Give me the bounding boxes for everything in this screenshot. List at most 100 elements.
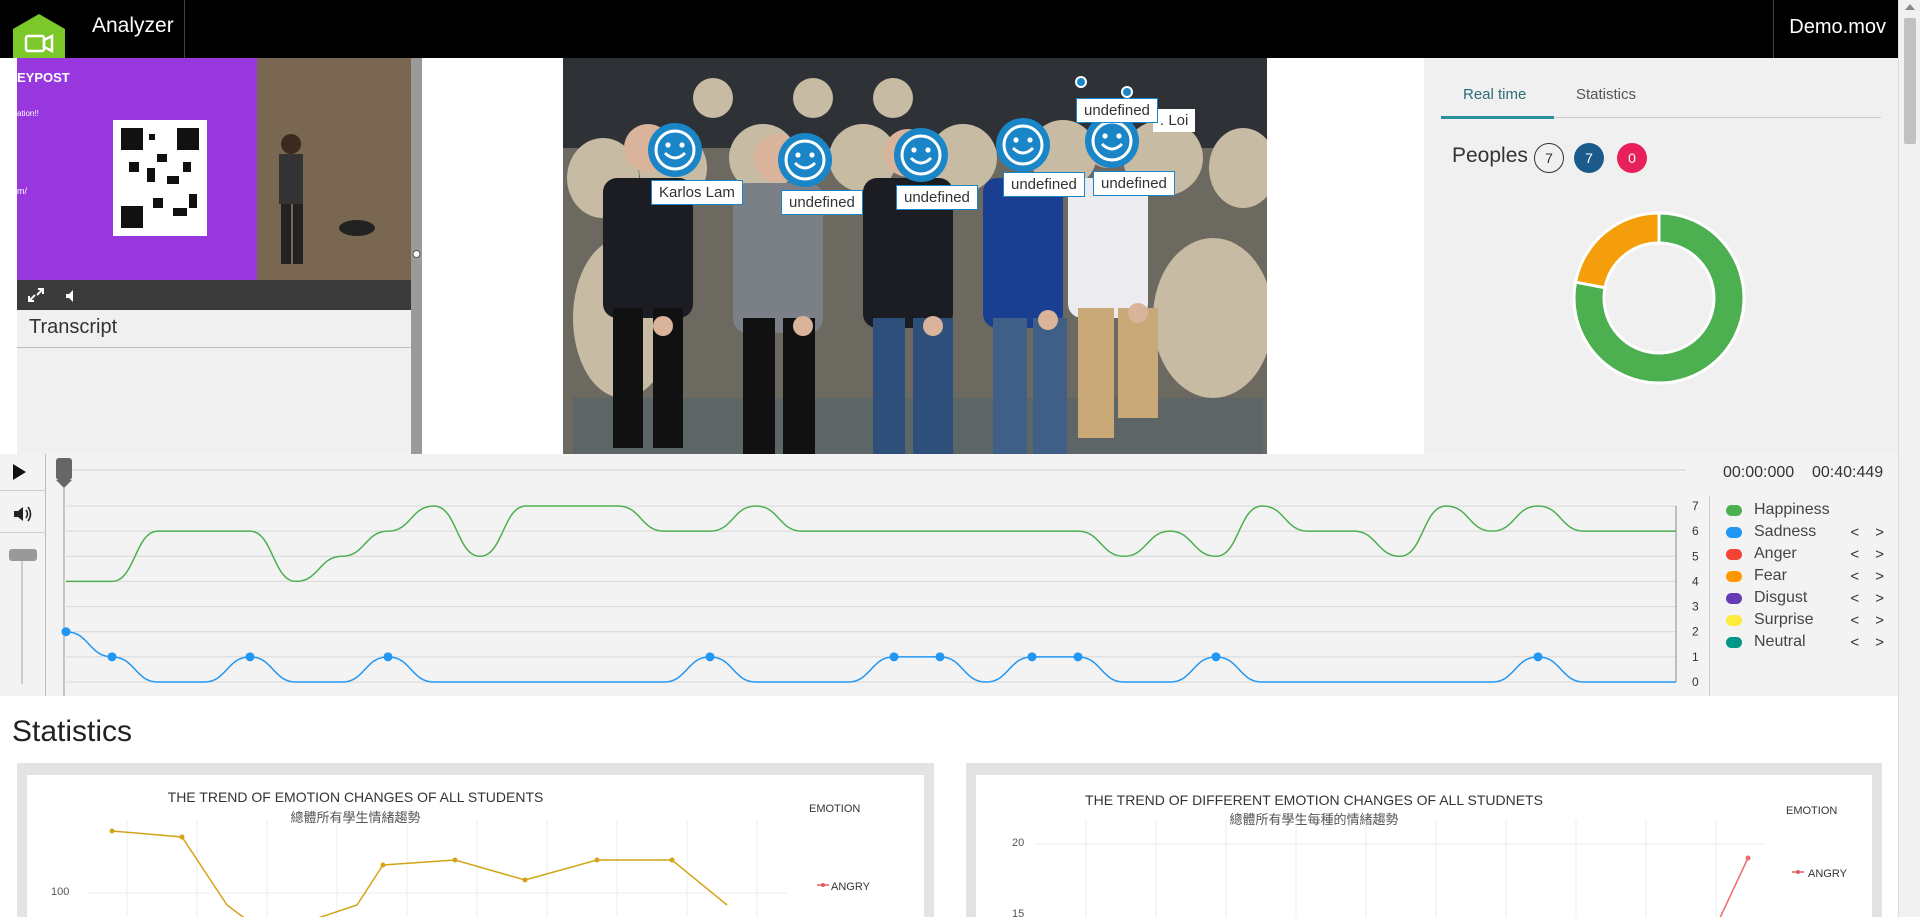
preview-video[interactable]: EYPOST ation!! m/: [17, 58, 411, 280]
timeline-scrubber[interactable]: [56, 458, 72, 480]
face-smiley-icon: [648, 123, 702, 177]
series-line-happiness: [66, 505, 1676, 583]
face-name-label: undefined: [781, 190, 863, 215]
volume-slider-track[interactable]: [21, 554, 23, 684]
series-point-sadness[interactable]: [705, 652, 715, 662]
legend-swatch: [1726, 526, 1742, 538]
fullscreen-icon[interactable]: [27, 287, 45, 307]
tab-real-time[interactable]: Real time: [1463, 86, 1526, 103]
y-tick-label: 2: [1692, 625, 1699, 639]
top-bar: Analyzer Demo.mov: [0, 0, 1898, 74]
stat-card-overall-trend: THE TREND OF EMOTION CHANGES OF ALL STUD…: [17, 763, 934, 917]
file-name[interactable]: Demo.mov: [1789, 16, 1886, 39]
donut-slice-fear[interactable]: [1573, 211, 1661, 290]
overall-trend-chart: [87, 820, 829, 917]
transcript-body: [17, 348, 411, 454]
legend-prev-next-arrows[interactable]: < >: [1850, 590, 1890, 607]
left-panel: EYPOST ation!! m/ Transcript: [0, 58, 422, 454]
stat-chart-area: THE TREND OF DIFFERENT EMOTION CHANGES O…: [976, 775, 1872, 920]
page-scrollbar[interactable]: [1898, 0, 1920, 917]
active-tab-indicator: [1441, 116, 1554, 119]
header-divider: [184, 0, 185, 58]
legend-swatch: [1726, 570, 1742, 582]
legend-item-surprise[interactable]: Surprise < >: [1726, 610, 1894, 630]
panel-resize-handle[interactable]: [411, 58, 422, 454]
legend-item-anger[interactable]: Anger < >: [1726, 544, 1894, 564]
total-time: 00:40:449: [1812, 464, 1884, 481]
legend-prev-next-arrows[interactable]: < >: [1850, 568, 1890, 585]
transcript-title: Transcript: [17, 310, 411, 348]
small-face-marker-icon: [1075, 76, 1087, 88]
tab-statistics[interactable]: Statistics: [1576, 86, 1636, 103]
statistics-section-title: Statistics: [12, 715, 133, 748]
small-face-marker-icon: [1121, 86, 1133, 98]
mute-icon[interactable]: [65, 288, 77, 307]
series-point-sadness[interactable]: [61, 627, 71, 637]
legend-swatch: [1726, 592, 1742, 604]
series-point-sadness[interactable]: [1533, 652, 1543, 662]
svg-text:m/: m/: [17, 186, 27, 196]
y-tick-label: 0: [1692, 675, 1699, 689]
legend-item-fear[interactable]: Fear < >: [1726, 566, 1894, 586]
peoples-label: Peoples: [1452, 144, 1528, 167]
series-point-sadness[interactable]: [107, 652, 117, 662]
legend-label: Disgust: [1754, 589, 1808, 606]
timeline-area: 7 6 5 4 3 2 1 0 00:00:000 00:40:449 Happiness Sa…: [0, 454, 1898, 696]
face-smiley-icon: [778, 133, 832, 187]
people-alert-badge: 0: [1617, 143, 1647, 173]
legend-prev-next-arrows[interactable]: < >: [1850, 524, 1890, 541]
legend-label: Happiness: [1754, 501, 1830, 518]
y-tick-label: 7: [1692, 499, 1699, 513]
realtime-panel: Real time Statistics Peoples 7 7 0: [1424, 58, 1898, 454]
series-point-sadness[interactable]: [889, 652, 899, 662]
legend-item-sadness[interactable]: Sadness < >: [1726, 522, 1894, 542]
app-title: Analyzer: [92, 14, 174, 37]
legend-swatch: [1726, 614, 1742, 626]
face-name-label: undefined: [1003, 172, 1085, 197]
y-tick-label: 4: [1692, 574, 1699, 588]
preview-controls: [17, 280, 411, 310]
scrollbar-thumb[interactable]: [1904, 18, 1916, 144]
player-controls: [0, 454, 46, 696]
legend-item-neutral[interactable]: Neutral < >: [1726, 632, 1894, 652]
face-name-label: undefined: [1093, 171, 1175, 196]
legend-swatch: [1726, 548, 1742, 560]
series-point-sadness[interactable]: [1027, 652, 1037, 662]
y-tick-label: 3: [1692, 600, 1699, 614]
legend-label: Anger: [1754, 545, 1797, 562]
series-point-sadness[interactable]: [245, 652, 255, 662]
face-name-label: undefined: [1076, 98, 1158, 123]
legend-item-happiness[interactable]: Happiness: [1726, 500, 1894, 520]
legend-swatch: [1726, 504, 1742, 516]
y-tick-label: 1: [1692, 650, 1699, 664]
legend-prev-next-arrows[interactable]: < >: [1850, 546, 1890, 563]
y-tick-label: 5: [1692, 549, 1699, 563]
emotion-trend-chart: [1036, 820, 1804, 917]
face-name-label: Karlos Lam: [651, 180, 743, 205]
series-point-sadness[interactable]: [1211, 652, 1221, 662]
series-point-sadness[interactable]: [935, 652, 945, 662]
series-point-sadness[interactable]: [1073, 652, 1083, 662]
legend-label: Surprise: [1754, 611, 1814, 628]
legend-label: Neutral: [1754, 633, 1806, 650]
volume-icon[interactable]: [12, 504, 34, 524]
volume-slider-thumb[interactable]: [9, 549, 37, 561]
emotion-timeline-chart[interactable]: 7 6 5 4 3 2 1 0: [46, 454, 1709, 696]
main-video[interactable]: Karlos Lam undefined undefined undefined…: [563, 58, 1267, 454]
legend-prev-next-arrows[interactable]: < >: [1850, 612, 1890, 629]
people-total-badge: 7: [1534, 143, 1564, 173]
legend-swatch: [1726, 636, 1742, 648]
play-icon[interactable]: [13, 464, 26, 480]
series-point-sadness[interactable]: [383, 652, 393, 662]
header-divider: [1773, 0, 1774, 58]
legend-item-disgust[interactable]: Disgust < >: [1726, 588, 1894, 608]
scroll-up-arrow-icon[interactable]: [1905, 4, 1915, 10]
legend-label: Fear: [1754, 567, 1787, 584]
legend-prev-next-arrows[interactable]: < >: [1850, 634, 1890, 651]
svg-text:EYPOST: EYPOST: [17, 70, 70, 85]
current-time: 00:00:000: [1723, 464, 1795, 481]
stat-card-emotion-trend: THE TREND OF DIFFERENT EMOTION CHANGES O…: [966, 763, 1882, 920]
panel-tabs: Real time Statistics: [1441, 78, 1881, 118]
face-smiley-icon: [894, 128, 948, 182]
face-name-label: . Loi: [1153, 109, 1196, 132]
